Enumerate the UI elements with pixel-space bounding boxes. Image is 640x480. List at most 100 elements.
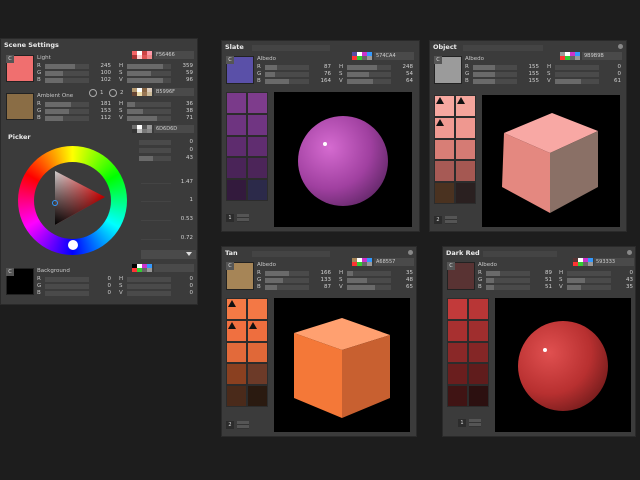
darkred-g-value[interactable]: 51 [530,277,552,284]
tan-s-value[interactable]: 48 [391,277,413,284]
light-g-slider[interactable] [45,71,89,76]
palette-cell[interactable] [247,157,268,180]
background-r-value[interactable]: 0 [89,276,112,283]
palette-cell[interactable] [447,298,468,320]
ambient-h-slider[interactable] [127,102,171,107]
palette-cell[interactable] [247,298,268,320]
tan-v-value[interactable]: 65 [391,284,413,291]
darkred-b-value[interactable]: 51 [530,284,552,291]
palette-cell[interactable] [247,179,268,201]
object-s-value[interactable]: 0 [599,71,622,78]
object-b-value[interactable]: 155 [517,78,540,85]
picker-value-1[interactable]: 0 [171,139,194,146]
object-r-value[interactable]: 155 [517,64,540,71]
palette-cell[interactable] [226,341,247,364]
slate-g-value[interactable]: 76 [309,71,331,78]
light-h-value[interactable]: 359 [171,63,194,70]
palette-cell[interactable] [226,298,247,320]
slate-count-stepper[interactable]: 1 [226,214,249,222]
background-h-value[interactable]: 0 [171,276,194,283]
darkred-r-slider[interactable] [486,271,530,276]
palette-cell[interactable] [455,182,476,204]
background-s-slider[interactable] [127,284,171,289]
triangle-selector[interactable] [52,200,58,206]
darkred-s-value[interactable]: 43 [611,277,633,284]
palette-cell[interactable] [468,341,489,364]
background-b-slider[interactable] [45,291,89,296]
hue-selector[interactable] [68,240,78,250]
ambient-r-value[interactable]: 181 [89,101,112,108]
darkred-copy-button[interactable]: C [447,262,455,270]
object-v-slider[interactable] [555,79,599,84]
light-b-value[interactable]: 102 [89,77,112,84]
object-h-slider[interactable] [555,65,599,70]
light-r-value[interactable]: 245 [89,63,112,70]
tan-close-icon[interactable] [408,250,413,255]
palette-cell[interactable] [226,319,247,342]
object-h-value[interactable]: 0 [599,64,622,71]
palette-cell[interactable] [226,92,247,114]
slate-b-value[interactable]: 164 [309,78,332,85]
palette-cell[interactable] [247,92,268,114]
palette-cell[interactable] [226,363,247,386]
palette-cell[interactable] [447,341,468,364]
palette-cell[interactable] [247,341,268,364]
tan-count-stepper[interactable]: 2 [226,421,249,429]
tan-color-strip[interactable] [352,258,372,266]
light-v-value[interactable]: 96 [171,77,193,84]
palette-cell[interactable] [247,113,268,136]
background-b-value[interactable]: 0 [89,290,112,297]
object-close-icon[interactable] [618,44,623,49]
picker-slider-3[interactable] [139,156,171,161]
ambient-h-value[interactable]: 36 [171,101,193,108]
tan-g-value[interactable]: 133 [309,277,332,284]
darkred-viewport[interactable] [495,298,631,432]
palette-cell[interactable] [226,385,247,407]
slate-r-value[interactable]: 87 [309,64,331,71]
palette-cell[interactable] [434,160,455,183]
ambient-b-slider[interactable] [45,116,89,121]
ambient-radio-2[interactable] [109,89,117,97]
ambient-v-value[interactable]: 71 [171,115,193,122]
light-v-slider[interactable] [127,78,171,83]
tan-s-slider[interactable] [347,278,391,283]
background-r-slider[interactable] [45,277,89,282]
slate-b-slider[interactable] [265,79,309,84]
object-b-slider[interactable] [473,79,517,84]
palette-cell[interactable] [226,113,247,136]
picker-value-2[interactable]: 0 [171,147,194,154]
object-g-slider[interactable] [473,72,517,77]
picker-color-strip[interactable] [132,125,152,133]
palette-cell[interactable] [468,363,489,386]
ambient-hex-field[interactable]: B5996F [154,88,194,96]
tan-r-slider[interactable] [265,271,309,276]
picker-value-6[interactable]: 0.53 [171,216,193,223]
tan-copy-button[interactable]: C [226,262,234,270]
stepper-arrows-icon[interactable] [445,216,457,224]
tan-g-slider[interactable] [265,278,309,283]
light-color-strip[interactable] [132,51,152,59]
tan-r-value[interactable]: 166 [309,270,332,277]
object-hex-field[interactable]: 9B9B9B [582,52,622,60]
picker-dropdown[interactable] [141,250,196,259]
object-copy-button[interactable]: C [434,56,442,64]
ambient-r-slider[interactable] [45,102,89,107]
slate-h-slider[interactable] [347,65,391,70]
darkred-v-value[interactable]: 35 [611,284,633,291]
palette-cell[interactable] [434,182,455,204]
darkred-palette[interactable] [447,298,489,407]
slate-r-slider[interactable] [265,65,309,70]
ambient-b-value[interactable]: 112 [89,115,112,122]
tan-b-value[interactable]: 87 [309,284,331,291]
background-s-value[interactable]: 0 [171,283,194,290]
palette-cell[interactable] [226,179,247,201]
slate-copy-button[interactable]: C [226,56,234,64]
background-h-slider[interactable] [127,277,171,282]
palette-cell[interactable] [468,385,489,407]
light-s-slider[interactable] [127,71,171,76]
light-h-slider[interactable] [127,64,171,69]
palette-cell[interactable] [247,319,268,342]
darkred-close-icon[interactable] [627,250,632,255]
palette-cell[interactable] [447,319,468,342]
stepper-arrows-icon[interactable] [237,214,249,222]
